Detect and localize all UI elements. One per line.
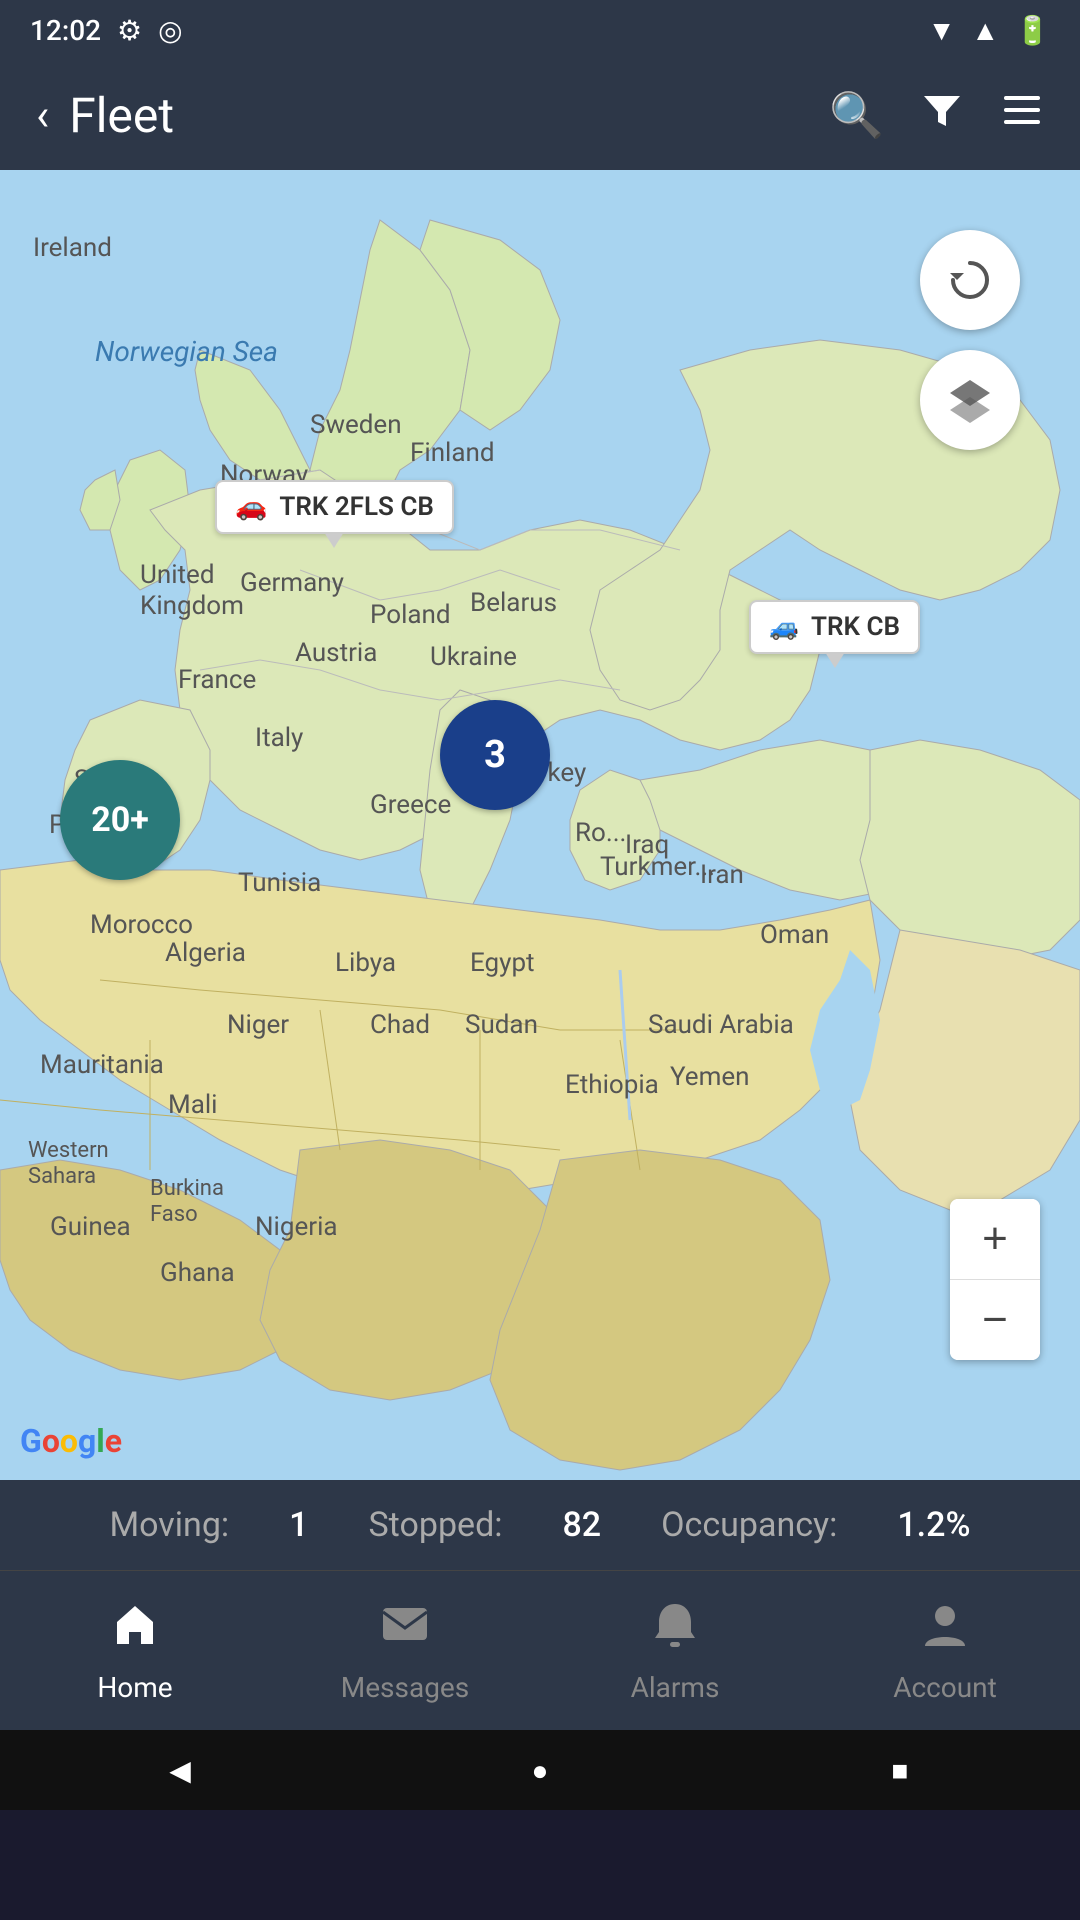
back-arrow-icon[interactable]: ‹	[36, 89, 49, 141]
time: 12:02	[30, 14, 101, 47]
nav-item-account[interactable]: Account	[845, 1598, 1045, 1704]
map-label-ghana: Ghana	[160, 1258, 235, 1288]
account-label: Account	[893, 1671, 997, 1704]
android-recent-button[interactable]: ■	[875, 1745, 925, 1795]
bottom-navigation: Home Messages Alarms Account	[0, 1570, 1080, 1730]
map-label-romania: Ro...	[575, 818, 626, 848]
map-label-mali: Mali	[168, 1090, 218, 1120]
vehicle-icon-gray: 🚙	[769, 613, 799, 641]
map-label-libya: Libya	[335, 948, 396, 978]
map-label-ethiopia: Ethiopia	[565, 1070, 659, 1100]
messages-label: Messages	[341, 1671, 469, 1704]
signal-icon: ▲	[971, 14, 999, 47]
moving-label: Moving:	[109, 1505, 229, 1545]
page-title: Fleet	[69, 87, 174, 144]
map-label-saudi: Saudi Arabia	[648, 1010, 794, 1040]
map-label-ukraine: Ukraine	[430, 642, 517, 672]
map-label-greece: Greece	[370, 790, 451, 820]
marker-trkcb[interactable]: 🚙 TRK CB	[749, 600, 920, 654]
status-bar: 12:02 ⚙ ◎ ▼ ▲ 🔋	[0, 0, 1080, 60]
android-home-button[interactable]: ●	[515, 1745, 565, 1795]
google-logo: Google	[20, 1422, 122, 1460]
zoom-in-button[interactable]: +	[950, 1199, 1040, 1279]
marker-trkcb-label: TRK CB	[811, 612, 900, 642]
occupancy-label: Occupancy:	[661, 1505, 837, 1545]
search-icon[interactable]: 🔍	[829, 89, 884, 141]
map-layers-button[interactable]	[920, 350, 1020, 450]
circle-dot-icon: ◎	[158, 14, 182, 47]
status-left: 12:02 ⚙ ◎	[30, 14, 183, 47]
nav-left: ‹ Fleet	[36, 87, 174, 144]
alarms-icon	[649, 1598, 701, 1663]
nav-item-home[interactable]: Home	[35, 1598, 235, 1704]
menu-icon[interactable]	[1000, 88, 1044, 143]
map-label-iraq: Iraq	[625, 830, 669, 860]
home-label: Home	[97, 1671, 172, 1704]
map-label-uk: UnitedKingdom	[140, 560, 244, 622]
gear-icon: ⚙	[117, 14, 142, 47]
map-container[interactable]: Norwegian Sea Sweden Norway Finland Denm…	[0, 170, 1080, 1480]
cluster-20plus[interactable]: 20+	[60, 760, 180, 880]
map-label-chad: Chad	[370, 1010, 430, 1040]
marker-trk2flscb[interactable]: 🚗 TRK 2FLS CB	[215, 480, 454, 534]
map-label-tunisia: Tunisia	[238, 868, 321, 898]
navigation-bar: ‹ Fleet 🔍	[0, 60, 1080, 170]
map-label-iran: Iran	[700, 860, 744, 890]
vehicle-icon-red: 🚗	[235, 492, 267, 522]
account-icon	[919, 1598, 971, 1663]
occupancy-value: 1.2%	[897, 1505, 970, 1545]
fleet-status-bar: Moving: 1 Stopped: 82 Occupancy: 1.2%	[0, 1480, 1080, 1570]
messages-icon	[379, 1598, 431, 1663]
map-label-algeria: Algeria	[165, 938, 246, 968]
status-right: ▼ ▲ 🔋	[928, 14, 1050, 47]
map-label-sudan: Sudan	[465, 1010, 538, 1040]
map-label-western-sahara: WesternSahara	[28, 1138, 109, 1191]
map-label-norwegian-sea: Norwegian Sea	[95, 335, 278, 368]
filter-icon[interactable]	[920, 88, 964, 143]
map-label-poland: Poland	[370, 600, 451, 630]
map-label-burkina: BurkinaFaso	[150, 1176, 224, 1229]
cluster-20plus-label: 20+	[91, 800, 149, 840]
map-label-morocco: Morocco	[90, 910, 193, 940]
moving-value: 1	[289, 1505, 308, 1545]
cluster-3-label: 3	[484, 733, 506, 777]
map-label-germany: Germany	[240, 568, 344, 598]
android-back-button[interactable]: ◀	[155, 1745, 205, 1795]
map-label-belarus: Belarus	[470, 588, 557, 618]
map-label-niger: Niger	[227, 1010, 289, 1040]
nav-item-alarms[interactable]: Alarms	[575, 1598, 775, 1704]
map-label-yemen: Yemen	[670, 1062, 750, 1092]
cluster-3[interactable]: 3	[440, 700, 550, 810]
map-label-sweden: Sweden	[310, 410, 402, 440]
android-navigation-bar: ◀ ● ■	[0, 1730, 1080, 1810]
nav-right: 🔍	[829, 88, 1044, 143]
zoom-out-button[interactable]: −	[950, 1280, 1040, 1360]
stopped-label: Stopped:	[368, 1505, 502, 1545]
map-label-nigeria: Nigeria	[255, 1212, 338, 1242]
map-label-guinea: Guinea	[50, 1212, 131, 1242]
map-label-france: France	[178, 665, 256, 695]
zoom-controls[interactable]: + −	[950, 1199, 1040, 1360]
map-label-ireland: Ireland	[33, 233, 112, 263]
map-label-egypt: Egypt	[470, 948, 535, 978]
map-label-austria: Austria	[295, 638, 377, 668]
wifi-icon: ▼	[928, 14, 956, 47]
alarms-label: Alarms	[631, 1671, 720, 1704]
marker-trk2flscb-label: TRK 2FLS CB	[279, 492, 433, 522]
map-label-finland: Finland	[410, 438, 495, 468]
map-refresh-button[interactable]	[920, 230, 1020, 330]
battery-icon: 🔋	[1015, 14, 1050, 47]
map-label-italy: Italy	[255, 723, 303, 753]
map-label-oman: Oman	[760, 920, 829, 950]
nav-item-messages[interactable]: Messages	[305, 1598, 505, 1704]
map-label-mauritania: Mauritania	[40, 1050, 164, 1080]
stopped-value: 82	[562, 1505, 601, 1545]
home-icon	[109, 1598, 161, 1663]
